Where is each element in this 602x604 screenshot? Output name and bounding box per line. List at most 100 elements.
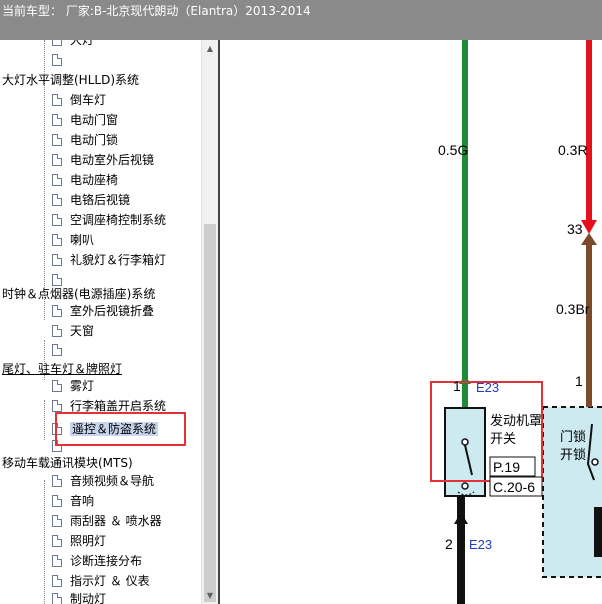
wire-red [586, 40, 592, 224]
wire-brown [586, 242, 592, 407]
page-icon [52, 233, 62, 246]
vehicle-title: 当前车型： 厂家:B-北京现代朗动（Elantra）2013-2014 [2, 4, 311, 18]
selection-highlight-box [55, 412, 186, 446]
page-icon [52, 379, 62, 392]
page-icon [52, 93, 62, 106]
title-bar: 当前车型： 厂家:B-北京现代朗动（Elantra）2013-2014 [0, 0, 602, 40]
scrollbar-thumb[interactable] [204, 224, 216, 602]
page-icon [52, 343, 62, 356]
tree-item-label: 天窗 [70, 324, 95, 338]
tree-item-label: 电动门窗 [70, 113, 119, 127]
wire-brown-label: 0.3Br [556, 301, 590, 317]
page-icon [52, 494, 62, 507]
arrow-down-icon[interactable]: ▼ [202, 587, 218, 604]
tree-item-label: 电动座椅 [70, 173, 119, 187]
wire-green-label: 0.5G [438, 142, 468, 158]
page-icon [52, 554, 62, 567]
door-switch-name-line1: 门锁 [560, 429, 586, 445]
page-icon [52, 534, 62, 547]
switch-contact [461, 438, 469, 446]
tree-item[interactable] [52, 340, 70, 360]
tree-item-label: 大灯水平调整(HLLD)系统 [2, 73, 139, 87]
pin-1-right-label: 1 [575, 373, 583, 389]
wiring-tree: 大灯 大灯水平调整(HLLD)系统 倒车灯 电动门窗 电动门锁 电动室外后视镜 … [0, 40, 201, 604]
page-icon [52, 133, 62, 146]
tree-item-label: 时钟＆点烟器(电源插座)系统 [2, 287, 156, 301]
tree-item-label: 指示灯 ＆ 仪表 [70, 574, 150, 588]
tree-item[interactable]: 空调座椅控制系统 [52, 210, 166, 230]
tree-item-label: 雨刮器 ＆ 喷水器 [70, 514, 162, 528]
switch-contact [461, 482, 469, 490]
hood-switch-name-line1: 发动机罩 [490, 413, 542, 429]
tree-item[interactable] [52, 50, 70, 70]
wire-brown-arrow [581, 233, 597, 245]
tree-item-label: 照明灯 [70, 534, 107, 548]
tree-item[interactable]: 电动座椅 [52, 170, 118, 190]
tree-item[interactable]: 倒车灯 [52, 90, 106, 110]
connector-top-pin: 1 [453, 378, 461, 394]
page-icon [52, 53, 62, 66]
door-wire-black [594, 507, 602, 557]
page-icon [52, 213, 62, 226]
tree-item[interactable]: 音频视频＆导航 [52, 471, 154, 491]
tree-item[interactable]: 电动门窗 [52, 110, 118, 130]
hood-switch-name-line2: 开关 [490, 432, 516, 447]
hood-switch-page: P.19 [493, 459, 520, 475]
tree-item-label: 礼貌灯＆行李箱灯 [70, 253, 167, 267]
hood-switch-ref: C.20-6 [493, 479, 535, 495]
page-icon [52, 399, 62, 412]
page-icon [52, 592, 62, 604]
tree-guide-line [44, 480, 45, 604]
connector-bottom-name: E23 [469, 537, 492, 552]
page-icon [52, 173, 62, 186]
tree-item[interactable]: 雨刮器 ＆ 喷水器 [52, 511, 162, 531]
tree-item-label: 电动门锁 [70, 133, 119, 147]
connector-bottom-pin: 2 [445, 536, 453, 552]
tree-item[interactable]: 大灯 [52, 40, 94, 50]
pin-33-label: 33 [567, 221, 583, 237]
tree-item[interactable]: 电动门锁 [52, 130, 118, 150]
page-icon [52, 304, 62, 317]
connector-top-name: E23 [476, 380, 499, 395]
tree-item-label: 大灯 [70, 40, 95, 47]
wiring-diagram-svg: 0.5G 0.3R 33 0.3Br 1 1 E23 2 E23 发动机罩 开关… [430, 40, 602, 604]
tree-item[interactable]: 移动车载通讯模块(MTS) [2, 453, 133, 473]
tree-item[interactable]: 大灯水平调整(HLLD)系统 [2, 70, 139, 90]
arrow-up-icon[interactable]: ▲ [202, 40, 218, 57]
page-icon [52, 153, 62, 166]
tree-item-label: 制动灯 [70, 592, 107, 604]
tree-item-label: 诊断连接分布 [70, 554, 143, 568]
tree-item[interactable]: 制动灯 [52, 589, 106, 604]
tree-item-label: 雾灯 [70, 379, 95, 393]
tree-scrollbar[interactable]: ▲ ▼ [201, 40, 218, 604]
door-switch-name-line2: 开锁 [560, 447, 586, 463]
tree-guide-line [44, 400, 45, 440]
tree-item[interactable]: 音响 [52, 491, 94, 511]
tree-item-label: 音频视频＆导航 [70, 474, 155, 488]
tree-item[interactable]: 电动室外后视镜 [52, 150, 154, 170]
tree-item-label: 音响 [70, 494, 95, 508]
page-icon [52, 474, 62, 487]
tree-item[interactable]: 电铬后视镜 [52, 190, 130, 210]
tree-item[interactable]: 指示灯 ＆ 仪表 [52, 571, 150, 591]
tree-item-label: 电动室外后视镜 [70, 153, 155, 167]
page-icon [52, 40, 62, 46]
page-icon [52, 574, 62, 587]
tree-item[interactable]: 诊断连接分布 [52, 551, 142, 571]
page-icon [52, 324, 62, 337]
page-icon [52, 514, 62, 527]
door-switch-contact [591, 458, 599, 466]
tree-item[interactable]: 照明灯 [52, 531, 106, 551]
tree-item-label: 移动车载通讯模块(MTS) [2, 456, 133, 470]
tree-item[interactable]: 雾灯 [52, 376, 94, 396]
tree-item-label: 电铬后视镜 [70, 193, 131, 207]
tree-item-label: 行李箱盖开启系统 [70, 399, 167, 413]
tree-item[interactable]: 室外后视镜折叠 [52, 301, 154, 321]
wire-red-label: 0.3R [558, 142, 588, 158]
tree-item[interactable]: 天窗 [52, 321, 94, 341]
wiring-diagram: 0.5G 0.3R 33 0.3Br 1 1 E23 2 E23 发动机罩 开关… [220, 40, 602, 604]
wire-red-arrow [581, 220, 597, 234]
tree-item[interactable]: 喇叭 [52, 230, 94, 250]
tree-item[interactable]: 礼貌灯＆行李箱灯 [52, 250, 166, 270]
tree-item-label: 尾灯、驻车灯＆牌照灯 [2, 362, 123, 376]
